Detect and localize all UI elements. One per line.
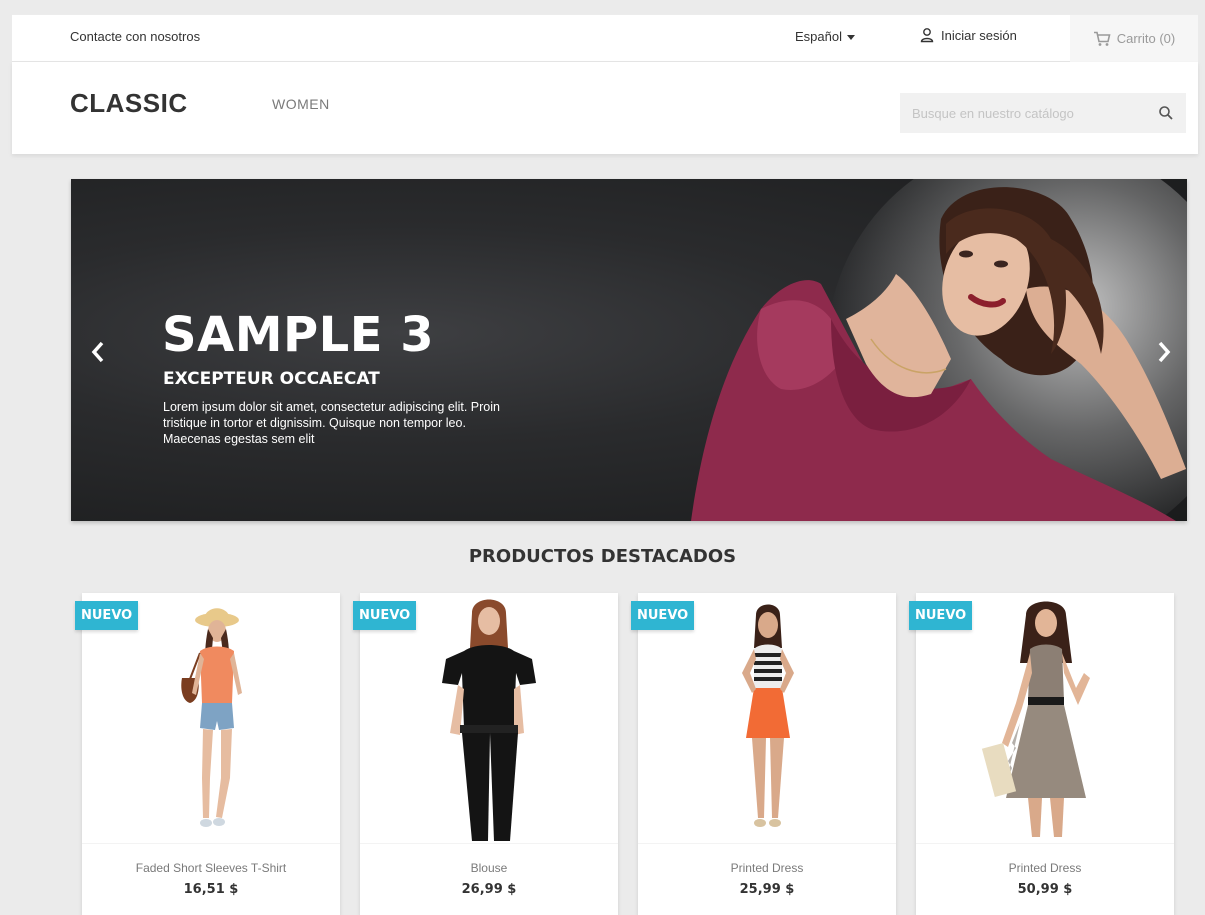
caret-down-icon	[846, 34, 855, 40]
slide-text: Lorem ipsum dolor sit amet, consectetur …	[163, 400, 500, 446]
site-header: CLASSIC WOMEN	[12, 62, 1198, 154]
product-info: Printed Dress 50,99 $	[916, 843, 1174, 915]
new-badge: NUEVO	[353, 601, 417, 630]
product-image	[360, 593, 618, 843]
hero-slider: SAMPLE 3 EXCEPTEUR OCCAECAT Lorem ipsum …	[71, 179, 1187, 521]
product-image	[638, 593, 896, 843]
contact-link[interactable]: Contacte con nosotros	[70, 29, 200, 44]
search-icon	[1159, 106, 1173, 120]
featured-products-title: PRODUCTOS DESTACADOS	[468, 546, 737, 567]
cart-button[interactable]: Carrito (0)	[1070, 15, 1198, 62]
product-name[interactable]: Printed Dress	[638, 861, 896, 875]
product-price: 16,51 $	[183, 882, 239, 897]
slide-title: SAMPLE 3	[162, 307, 435, 363]
slider-next-button[interactable]	[1149, 337, 1179, 367]
product-price: 25,99 $	[739, 882, 795, 897]
product-grid: NUEVO Faded Short Sleeves T-Shirt 16,51 …	[75, 593, 1176, 915]
user-icon	[920, 28, 934, 43]
product-name[interactable]: Printed Dress	[916, 861, 1174, 875]
chevron-left-icon	[91, 341, 104, 363]
product-name[interactable]: Blouse	[360, 861, 618, 875]
product-info: Printed Dress 25,99 $	[638, 843, 896, 915]
site-logo[interactable]: CLASSIC	[70, 88, 188, 119]
language-selector[interactable]: Español	[795, 29, 855, 44]
product-image	[916, 593, 1174, 843]
new-badge: NUEVO	[909, 601, 973, 630]
product-price: 26,99 $	[461, 882, 517, 897]
new-badge: NUEVO	[631, 601, 695, 630]
search-button[interactable]	[1146, 93, 1186, 133]
product-name[interactable]: Faded Short Sleeves T-Shirt	[82, 861, 340, 875]
login-label: Iniciar sesión	[941, 27, 1017, 43]
cart-label: Carrito (0)	[1116, 31, 1176, 46]
top-nav-bar: Contacte con nosotros Español Iniciar se…	[12, 14, 1198, 62]
slider-prev-button[interactable]	[83, 337, 113, 367]
product-image	[82, 593, 340, 843]
product-info: Blouse 26,99 $	[360, 843, 618, 915]
language-label: Español	[795, 29, 842, 44]
chevron-right-icon	[1158, 341, 1171, 363]
search-input[interactable]	[900, 93, 1146, 133]
slide-subtitle: EXCEPTEUR OCCAECAT	[163, 369, 380, 389]
product-card[interactable]: NUEVO Printed Dress 25,99 $	[631, 593, 896, 915]
product-card[interactable]: NUEVO Printed Dress 50,99 $	[909, 593, 1174, 915]
hero-model-image	[691, 187, 1186, 521]
login-link[interactable]: Iniciar sesión	[919, 27, 1017, 43]
product-info: Faded Short Sleeves T-Shirt 16,51 $	[82, 843, 340, 915]
product-card[interactable]: NUEVO Faded Short Sleeves T-Shirt 16,51 …	[75, 593, 340, 915]
nav-item-women[interactable]: WOMEN	[272, 96, 330, 112]
cart-icon	[1093, 31, 1111, 46]
product-card[interactable]: NUEVO Blouse 26,99 $	[353, 593, 618, 915]
search-box	[900, 93, 1186, 133]
new-badge: NUEVO	[75, 601, 139, 630]
product-price: 50,99 $	[1017, 882, 1073, 897]
